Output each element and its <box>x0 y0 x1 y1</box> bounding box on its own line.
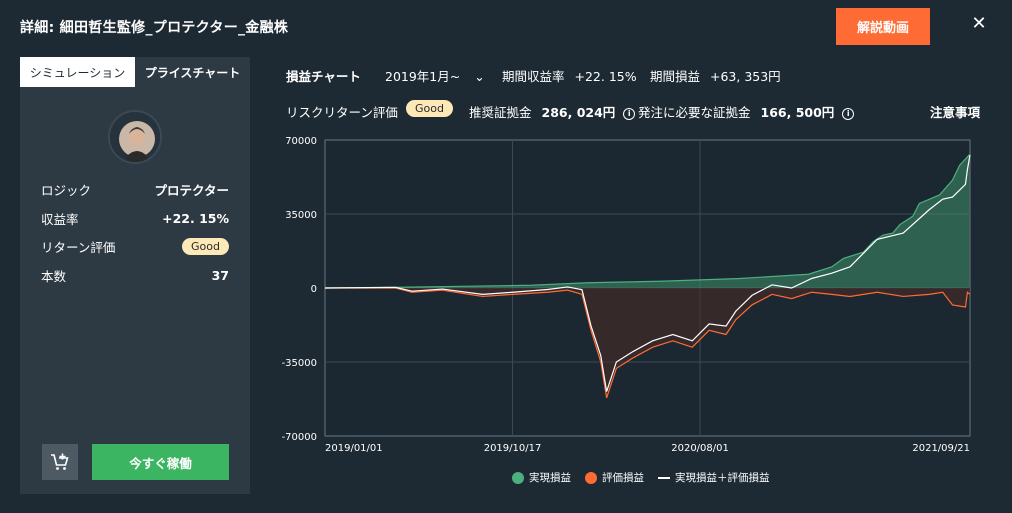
legend-label: 実現損益＋評価損益 <box>675 472 770 484</box>
stat-label: 本数 <box>41 268 67 284</box>
period-pnl-label: 期間損益 <box>650 69 701 84</box>
pnl-chart-svg: 70000 35000 0 -35000 -70000 2019/01/01 2019/10… <box>282 136 971 454</box>
period-return-value: +22. 15% <box>574 69 637 84</box>
x-tick-label: 2019/01/01 <box>325 443 383 454</box>
notes-link[interactable]: 注意事項 <box>930 102 980 121</box>
close-icon[interactable]: ✕ <box>968 12 990 34</box>
y-tick-label: 70000 <box>285 136 317 147</box>
info-icon[interactable]: i <box>623 107 636 120</box>
pnl-chart: 70000 35000 0 -35000 -70000 2019/01/01 2019/10… <box>280 130 1000 460</box>
stat-rating: リターン評価 Good <box>41 236 229 256</box>
x-tick-label: 2021/09/21 <box>912 443 970 454</box>
modal-title: 詳細: 細田哲生監修_プロテクター_金融株 <box>20 20 289 36</box>
chevron-down-icon: ⌄ <box>474 69 485 84</box>
risk-badge-wrap: Good <box>406 100 453 117</box>
chart-legend: 実現損益 評価損益 実現損益＋評価損益 <box>512 470 770 485</box>
period-return-label: 期間収益率 <box>502 69 565 84</box>
legend-swatch <box>658 476 670 479</box>
run-now-button[interactable]: 今すぐ稼働 <box>92 444 229 480</box>
period-pnl-value: +63, 353円 <box>710 69 781 84</box>
period-pnl: 期間損益 +63, 353円 <box>650 66 781 85</box>
stat-value: 37 <box>211 267 229 283</box>
y-tick-label: -70000 <box>282 432 317 443</box>
legend-realized[interactable]: 実現損益 <box>512 470 571 485</box>
stat-value: プロテクター <box>154 182 229 198</box>
cart-add-icon <box>51 453 69 470</box>
stat-label: 収益率 <box>41 211 79 227</box>
stat-return: 収益率 +22. 15% <box>41 208 229 228</box>
period-return: 期間収益率 +22. 15% <box>502 66 637 85</box>
tab-price-chart[interactable]: プライスチャート <box>135 57 250 87</box>
legend-unrealized[interactable]: 評価損益 <box>585 470 644 485</box>
legend-label: 評価損益 <box>602 472 644 484</box>
summary-panel: ロジック プロテクター 収益率 +22. 15% リターン評価 Good 本数 … <box>20 87 250 494</box>
legend-swatch <box>585 471 597 484</box>
info-icon[interactable]: i <box>842 107 855 120</box>
stat-logic: ロジック プロテクター <box>41 179 229 199</box>
order-margin: 発注に必要な証拠金 166, 500円 i <box>638 102 855 121</box>
risk-badge: Good <box>406 100 453 117</box>
stat-label: リターン評価 <box>41 239 116 255</box>
cart-add-button[interactable] <box>42 444 78 480</box>
avatar <box>108 110 162 164</box>
stat-count: 本数 37 <box>41 265 229 285</box>
period-select[interactable]: 2019年1月~ ⌄ <box>385 66 485 85</box>
period-select-value: 2019年1月~ <box>385 69 461 84</box>
recommended-margin-value: 286, 024円 <box>541 105 616 120</box>
tab-simulation[interactable]: シミュレーション <box>20 57 135 87</box>
order-margin-value: 166, 500円 <box>760 105 835 120</box>
chart-label: 損益チャート <box>286 69 361 84</box>
risk-return-label: リスクリターン評価 <box>286 105 398 120</box>
recommended-margin-label: 推奨証拠金 <box>469 105 532 120</box>
legend-total[interactable]: 実現損益＋評価損益 <box>658 470 770 485</box>
y-tick-label: 35000 <box>285 210 317 221</box>
stat-value: +22. 15% <box>162 210 229 226</box>
order-margin-label: 発注に必要な証拠金 <box>638 105 751 120</box>
y-tick-label: -35000 <box>282 358 317 369</box>
legend-label: 実現損益 <box>529 472 571 484</box>
stat-label: ロジック <box>41 182 92 198</box>
rating-badge: Good <box>182 237 229 255</box>
panel-tabs: シミュレーション プライスチャート <box>20 57 250 87</box>
legend-swatch <box>512 471 524 484</box>
help-video-button[interactable]: 解説動画 <box>836 8 930 45</box>
recommended-margin: 推奨証拠金 286, 024円 i <box>469 102 636 121</box>
x-tick-label: 2019/10/17 <box>484 443 542 454</box>
y-tick-label: 0 <box>311 284 317 295</box>
x-tick-label: 2020/08/01 <box>671 443 729 454</box>
